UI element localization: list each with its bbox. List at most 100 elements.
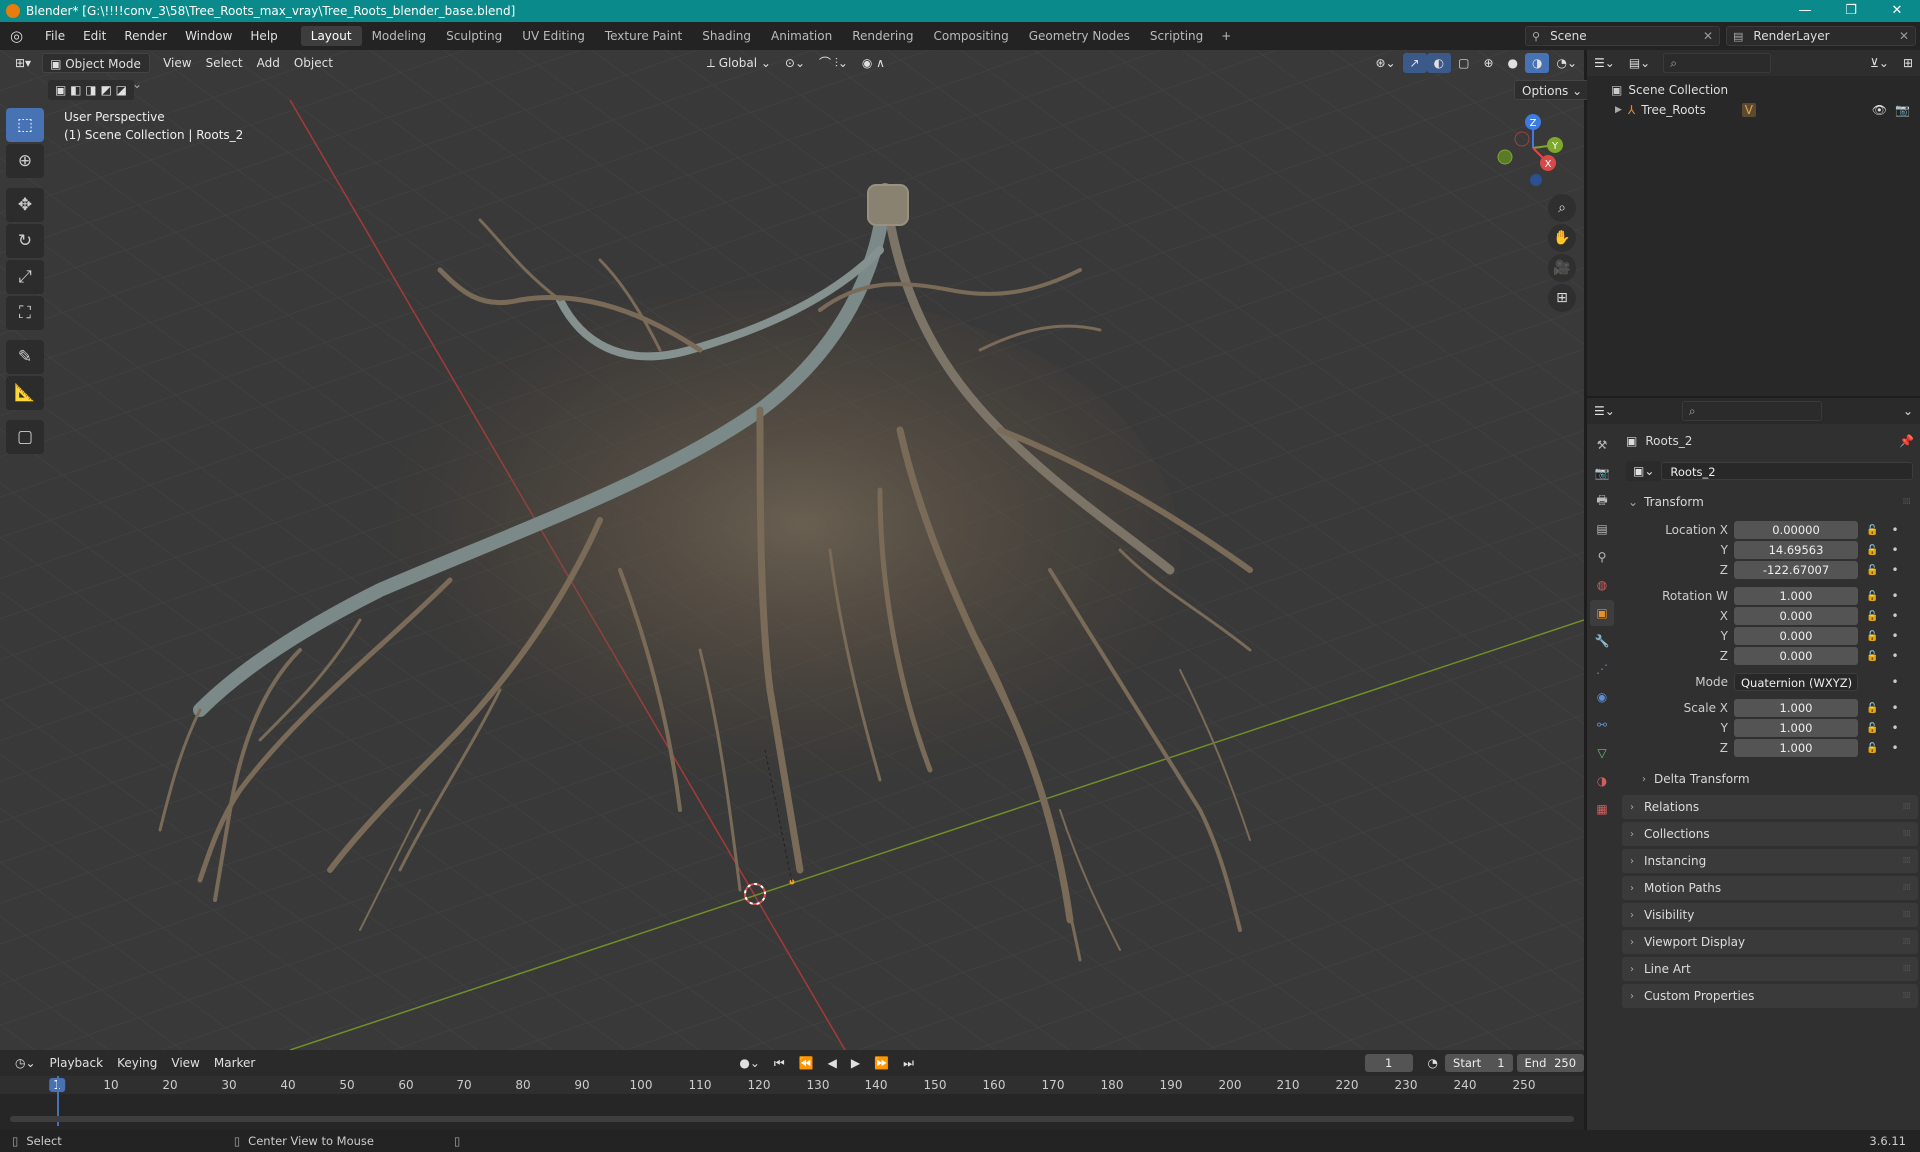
object-browse-icon[interactable]: ▣⌄ (1626, 461, 1662, 481)
keyframe-dot-icon[interactable]: • (1890, 675, 1900, 689)
keyframe-dot-icon[interactable]: • (1890, 543, 1900, 557)
outliner-editor-icon[interactable]: ☰⌄ (1587, 53, 1622, 73)
menu-edit[interactable]: Edit (74, 29, 115, 43)
keyframe-dot-icon[interactable]: • (1890, 589, 1900, 603)
lock-icon[interactable]: 🔓 (1866, 591, 1880, 602)
menu-keying[interactable]: Keying ⌄ (110, 1053, 164, 1090)
tab-scripting[interactable]: Scripting (1140, 26, 1213, 46)
menu-render[interactable]: Render (115, 29, 176, 43)
annotate-tool-icon[interactable]: ✎ (6, 340, 44, 374)
panel-viewport-display[interactable]: › Viewport Display ⁞⁞⁞⁞ (1622, 930, 1918, 954)
keyframe-dot-icon[interactable]: • (1890, 721, 1900, 735)
data-tab-icon[interactable]: ▽ (1590, 740, 1614, 766)
lock-icon[interactable]: 🔓 (1866, 565, 1880, 576)
tab-sculpting[interactable]: Sculpting (436, 26, 512, 46)
rotation-x-field[interactable]: 0.000 (1734, 607, 1858, 625)
rotation-z-field[interactable]: 0.000 (1734, 647, 1858, 665)
keyframe-dot-icon[interactable]: • (1890, 629, 1900, 643)
lock-icon[interactable]: 🔓 (1866, 651, 1880, 662)
gizmo-toggle-icon[interactable]: ↗ (1402, 53, 1427, 73)
scale-x-field[interactable]: 1.000 (1734, 699, 1858, 717)
start-frame-field[interactable]: Start 1 (1445, 1054, 1513, 1072)
camera-view-icon[interactable]: 🎥 (1548, 254, 1576, 282)
pivot-icon[interactable]: ⊙⌄ (778, 53, 812, 73)
jump-end-icon[interactable]: ⏭ (896, 1053, 921, 1073)
maximize-button[interactable]: ❐ (1828, 0, 1874, 22)
constraints-tab-icon[interactable]: ⚯ (1590, 712, 1614, 738)
close-button[interactable]: ✕ (1874, 0, 1920, 22)
solid-shading-icon[interactable]: ● (1501, 53, 1525, 73)
output-tab-icon[interactable]: 🖶 (1590, 488, 1614, 514)
tab-modeling[interactable]: Modeling (362, 26, 437, 46)
keyframe-dot-icon[interactable]: • (1890, 523, 1900, 537)
add-workspace-icon[interactable]: + (1213, 29, 1239, 43)
scene-close-icon[interactable]: ✕ (1703, 29, 1713, 43)
timeline-scrollbar[interactable] (10, 1116, 1574, 1122)
options-dropdown[interactable]: Options ⌄ (1514, 80, 1591, 100)
rotation-mode-dropdown[interactable]: Quaternion (WXYZ)⌄ (1734, 673, 1858, 708)
menu-view[interactable]: View (156, 53, 198, 73)
mode-selector[interactable]: ▣ Object Mode ⌄ (42, 53, 151, 91)
tab-compositing[interactable]: Compositing (923, 26, 1018, 46)
keyframe-dot-icon[interactable]: • (1890, 701, 1900, 715)
physics-tab-icon[interactable]: ◉ (1590, 684, 1614, 710)
measure-tool-icon[interactable]: 📐 (6, 376, 44, 410)
blender-menu-icon[interactable]: ◎ (10, 27, 28, 45)
scale-y-field[interactable]: 1.000 (1734, 719, 1858, 737)
tab-animation[interactable]: Animation (761, 26, 842, 46)
menu-window[interactable]: Window (176, 29, 241, 43)
view-layer-selector[interactable]: ▤ RenderLayer ✕ (1726, 26, 1916, 46)
cursor-tool-icon[interactable]: ⊕ (6, 144, 44, 178)
proportional-edit-icon[interactable]: ◉ ∧ (855, 53, 892, 73)
lock-icon[interactable]: 🔓 (1866, 703, 1880, 714)
drag-handle-icon[interactable]: ⁞⁞⁞⁞ (1903, 991, 1912, 1001)
new-collection-icon[interactable]: ⊞ (1896, 53, 1920, 73)
transform-tool-icon[interactable]: ⛶ (6, 296, 44, 330)
object-name-field[interactable]: Roots_2 (1661, 462, 1914, 480)
menu-playback[interactable]: Playback ⌄ (43, 1053, 111, 1090)
modifier-tab-icon[interactable]: 🔧 (1590, 628, 1614, 654)
menu-select[interactable]: Select (199, 53, 250, 73)
tab-shading[interactable]: Shading (692, 26, 761, 46)
expand-arrow-icon[interactable]: ▶ (1615, 105, 1622, 115)
lock-icon[interactable]: 🔓 (1866, 743, 1880, 754)
panel-line-art[interactable]: › Line Art ⁞⁞⁞⁞ (1622, 957, 1918, 981)
jump-start-icon[interactable]: ⏮ (767, 1053, 792, 1073)
keyframe-dot-icon[interactable]: • (1890, 609, 1900, 623)
ortho-grid-icon[interactable]: ⊞ (1548, 284, 1576, 312)
rotation-y-field[interactable]: 0.000 (1734, 627, 1858, 645)
location-y-field[interactable]: 14.69563 (1734, 541, 1858, 559)
panel-instancing[interactable]: › Instancing ⁞⁞⁞⁞ (1622, 849, 1918, 873)
location-x-field[interactable]: 0.00000 (1734, 521, 1858, 539)
rendered-shading-icon[interactable]: ◔⌄ (1549, 53, 1584, 73)
keyframe-dot-icon[interactable]: • (1890, 563, 1900, 577)
world-tab-icon[interactable]: ◍ (1590, 572, 1614, 598)
material-shading-icon[interactable]: ◑ (1524, 53, 1550, 73)
scale-z-field[interactable]: 1.000 (1734, 739, 1858, 757)
tool-tab-icon[interactable]: ⚒ (1590, 432, 1614, 458)
properties-search-input[interactable]: ⌕ (1681, 401, 1822, 421)
menu-add[interactable]: Add (250, 53, 287, 73)
outliner-scene-collection[interactable]: ▣ Scene Collection (1587, 80, 1920, 100)
lock-icon[interactable]: 🔓 (1866, 525, 1880, 536)
wireframe-shading-icon[interactable]: ⊕ (1476, 53, 1500, 73)
rotate-tool-icon[interactable]: ↻ (6, 224, 44, 258)
render-tab-icon[interactable]: 📷 (1590, 460, 1614, 486)
chevron-down-icon[interactable]: ⌄ (1896, 401, 1920, 421)
tab-uv-editing[interactable]: UV Editing (512, 26, 595, 46)
panel-motion-paths[interactable]: › Motion Paths ⁞⁞⁞⁞ (1622, 876, 1918, 900)
drag-handle-icon[interactable]: ⁞⁞⁞⁞ (1903, 829, 1912, 839)
object-tab-icon[interactable]: ▣ (1590, 600, 1614, 626)
scene-tab-icon[interactable]: ⚲ (1590, 544, 1614, 570)
minimize-button[interactable]: — (1782, 0, 1828, 22)
scene-selector[interactable]: ⚲ Scene ✕ (1525, 26, 1720, 46)
prev-keyframe-icon[interactable]: ⏪ (792, 1053, 821, 1073)
outliner-search-input[interactable]: ⌕ (1663, 53, 1772, 73)
move-tool-icon[interactable]: ✥ (6, 188, 44, 222)
outliner-item-tree-roots[interactable]: ▶ ⅄ Tree_Roots V 👁 📷 (1587, 100, 1920, 120)
record-icon[interactable]: ●⌄ (732, 1053, 767, 1073)
tab-rendering[interactable]: Rendering (842, 26, 923, 46)
3d-viewport[interactable] (0, 50, 1584, 1050)
visibility-icon[interactable]: ⊛⌄ (1368, 53, 1402, 73)
current-frame-field[interactable]: 1 (1364, 1054, 1413, 1072)
